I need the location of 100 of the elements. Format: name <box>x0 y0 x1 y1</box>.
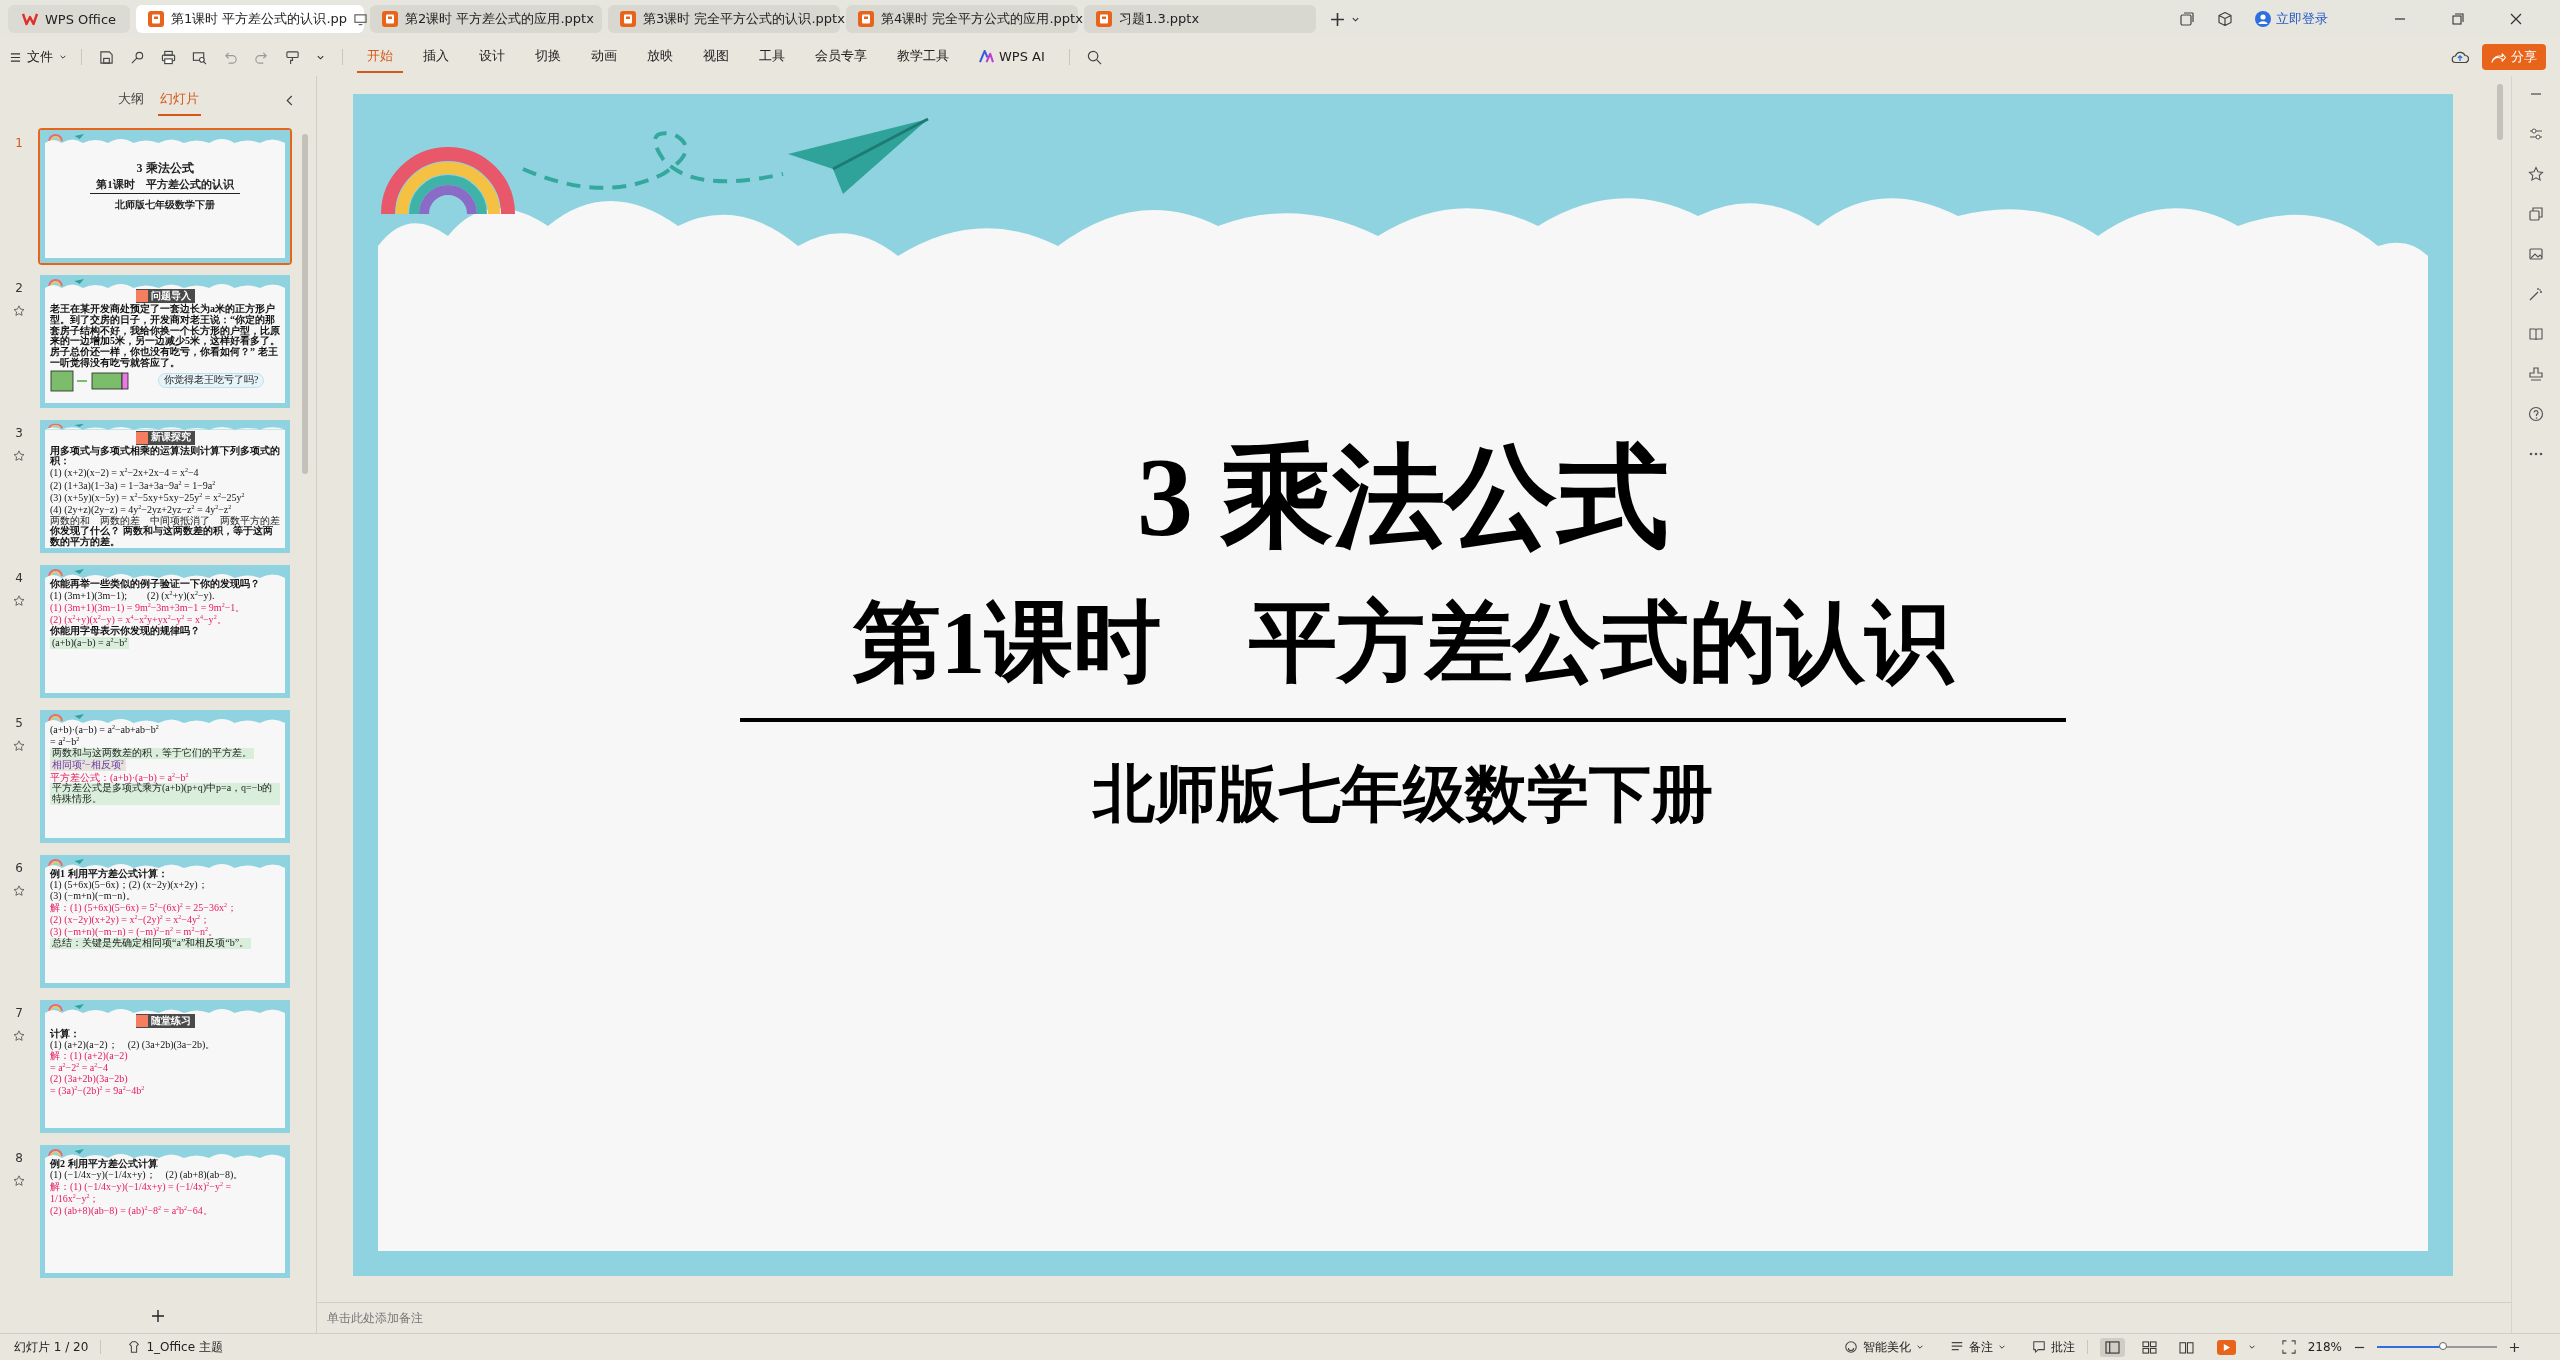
fit-window-icon[interactable] <box>2281 1340 2296 1354</box>
ribbon-tab[interactable]: 动画 <box>581 41 627 73</box>
answer-text: (2) (3a+2b)(3a−2b) <box>50 1073 128 1085</box>
normal-view-icon <box>2104 1340 2120 1354</box>
beautify-button[interactable]: 智能美化 <box>1843 1338 1924 1356</box>
zoom-in-icon[interactable] <box>2509 1341 2520 1353</box>
section-banner: 新课探究 <box>135 430 195 445</box>
copy-icon[interactable] <box>2528 206 2544 222</box>
slide-thumbnail[interactable]: 3 乘法公式 第1课时 平方差公式的认识 北师版七年级数学下册 <box>38 128 292 265</box>
star-icon[interactable] <box>13 1175 25 1187</box>
save-icon[interactable] <box>99 49 114 65</box>
print-icon[interactable] <box>161 49 176 65</box>
slide-number: 2 <box>15 281 23 295</box>
play-button[interactable] <box>2216 1339 2236 1355</box>
presentation-file-icon <box>620 11 637 27</box>
view-button[interactable] <box>2099 1337 2125 1357</box>
collapse-icon[interactable] <box>285 94 294 107</box>
file-menu[interactable]: 文件 <box>10 48 67 66</box>
answer-text: (2) (ab+8)(ab−8) = (ab)$^{2}$−8$^{2}$ = a$^{2}$b$^{2}$−64。 <box>50 1204 213 1217</box>
thought-cloud: 你觉得老王吃亏了吗? <box>158 373 265 389</box>
formula-text: (1) (−1/4x−y)(−1/4x+y)； (2) (ab+8)(ab−8)。 <box>50 1169 244 1181</box>
star-icon[interactable] <box>13 740 25 752</box>
ribbon-tab[interactable]: 教学工具 <box>887 41 959 73</box>
close-icon[interactable] <box>2510 13 2522 25</box>
slide-thumbnail[interactable]: 随堂练习 计算： (1) (a+2)(a−2)； (2) (3a+2b)(3a−2b)。 解：(1) (a+2)(a−2) = a$^{2}$−2$^{2}$ = a$^{2}$−4 (2) (3a+2b)(3a−2b) = (3a)$^{2}$−(2b)$^{2}$ = 9a$^{2}$−4b$^{2}$ <box>38 998 292 1135</box>
scrollbar[interactable] <box>2497 84 2503 140</box>
search-icon[interactable] <box>1086 49 1102 65</box>
note-text: 相同项$^{2}$−相反项$^{2}$ <box>50 759 126 772</box>
home-tab[interactable]: WPS Office <box>8 5 131 33</box>
slide-thumbnail[interactable]: 问题导入 老王在某开发商处预定了一套边长为a米的正方形户型。到了交房的日子，开发商对老王说：“你定的那套房子结构不好，我给你换一个长方形的户型，比原来的一边增加5米，另一边减少5米，这样好看多了。房子总价还一样，你也没有吃亏，你看如何？” 老王一听觉得没有吃亏就答应了。 你觉得老王吃亏了吗? <box>38 273 292 410</box>
windows-icon[interactable] <box>2179 11 2195 27</box>
new-tab-icon[interactable] <box>1330 11 1346 27</box>
highlight-text: 平方差公式是多项式乘方(a+b)(p+q)中p=a，q=−b的特殊情形。 <box>50 783 280 805</box>
answer-text: (1) (3m+1)(3m−1) = 9m$^{2}$−3m+3m−1 = 9m$^{2}$−1。 <box>50 601 246 615</box>
answer-text: = a$^{2}$−2$^{2}$ = a$^{2}$−4 <box>50 1061 108 1074</box>
ribbon-tab[interactable]: 视图 <box>693 41 739 73</box>
image-edit-icon[interactable] <box>2528 246 2544 262</box>
star-icon[interactable] <box>13 595 25 607</box>
document-tab[interactable]: 习题1.3.pptx <box>1084 5 1317 33</box>
format-painter-icon[interactable] <box>285 49 300 65</box>
slide-title: 3 乘法公式 <box>136 162 194 175</box>
ribbon-tab[interactable]: 切换 <box>525 41 571 73</box>
notes-field[interactable]: 单击此处添加备注 <box>317 1302 2511 1333</box>
formula-text: (1) (5+6x)(5−6x)；(2) (x−2y)(x+2y)； <box>50 879 208 891</box>
cube-icon[interactable] <box>2217 11 2233 27</box>
slide-text: 计算： <box>50 1029 80 1040</box>
notes-button[interactable]: 备注 <box>1949 1338 2006 1356</box>
star-icon[interactable] <box>13 885 25 897</box>
login-link[interactable]: 立即登录 <box>2255 10 2328 28</box>
comment-icon <box>2031 1340 2046 1354</box>
share-icon <box>2491 50 2506 64</box>
print-preview-icon[interactable] <box>192 49 207 65</box>
scrollbar[interactable] <box>302 134 308 474</box>
section-banner: 问题导入 <box>135 289 195 303</box>
ribbon-tab[interactable]: 会员专享 <box>805 41 877 73</box>
play-icon <box>2221 1342 2231 1352</box>
caret-icon[interactable] <box>2247 1343 2256 1351</box>
pin-icon[interactable] <box>130 49 145 65</box>
book-icon[interactable] <box>2528 326 2544 342</box>
star-icon[interactable] <box>2528 166 2544 182</box>
slide-number: 7 <box>15 1006 23 1020</box>
slide-caption: 北师版七年级数学下册 <box>115 199 215 211</box>
highlight-text: (a+b)(a−b) = a$^{2}$−b$^{2}$ <box>50 636 130 650</box>
star-icon[interactable] <box>13 305 25 317</box>
monitor-icon[interactable] <box>354 12 368 26</box>
ai-logo-icon <box>979 49 994 63</box>
slide-text: 例1 利用平方差公式计算： <box>50 869 168 880</box>
cloud-upload-icon[interactable] <box>2451 50 2469 64</box>
star-icon[interactable] <box>13 450 25 462</box>
ribbon-tab[interactable]: 放映 <box>637 41 683 73</box>
stamp-icon[interactable] <box>2528 366 2544 382</box>
theme-button[interactable]: 1_Office 主题 <box>127 1338 223 1356</box>
slide-thumbnail[interactable] <box>38 563 292 700</box>
formula-text: (4) (2y+z)(2y−z) = 4y$^{2}$−2yz+2yz−z$^{2}$ = 4y$^{2}$−z$^{2}$ <box>50 503 232 515</box>
avatar-icon <box>2255 11 2271 27</box>
label-text: 两数的和 两数的差 中间项抵消了 两数平方的差 <box>50 515 280 526</box>
ribbon-tab[interactable]: 工具 <box>749 41 795 73</box>
answer-text: 平方差公式：(a+b)·(a−b) = a$^{2}$−b$^{2}$ <box>50 771 189 783</box>
ribbon-tab[interactable]: WPS AI <box>969 42 1055 72</box>
magic-wand-icon[interactable] <box>2528 286 2544 302</box>
slide-caption: 北师版七年级数学下册 <box>1093 760 1713 829</box>
slide-thumbnail[interactable]: (a+b)·(a−b) = a$^{2}$−ab+ab−b$^{2}$ = a$^{2}$−b$^{2}$ 两数和与这两数差的积，等于它们的平方差。 相同项$^{2}$−相反项$^{2}$ 平方差公式：(a+b)·(a−b) = a$^{2}$−b$^{2}$ 平方差公式是多项式乘方(a+b)(p+q)中p=a，q=−b的特殊情形。 <box>38 708 292 845</box>
panel-tab[interactable]: 大纲 <box>115 84 146 116</box>
ribbon-tab[interactable]: 插入 <box>413 41 459 73</box>
comments-button[interactable]: 批注 <box>2031 1338 2075 1356</box>
add-slide-icon[interactable] <box>151 1309 165 1323</box>
document-tab[interactable]: 第1课时 平方差公式的认识.pp <box>136 5 365 33</box>
caret-icon <box>59 53 67 61</box>
answer-text: = (3a)$^{2}$−(2b)$^{2}$ = 9a$^{2}$−4b$^{2}$ <box>50 1084 145 1097</box>
document-tab[interactable]: 第2课时 平方差公式的应用.pptx <box>370 5 603 33</box>
star-icon[interactable] <box>13 1030 25 1042</box>
slide-title: 3 乘法公式 <box>1137 436 1669 560</box>
sliders-icon[interactable] <box>2528 126 2544 142</box>
slide-thumbnail[interactable]: 例2 利用平方差公式计算 (1) (−1/4x−y)(−1/4x+y)； (2) (ab+8)(ab−8)。 解：(1) (−1/4x−y)(−1/4x+y) = (−1/4x)$^{2}$−y$^{2}$ = 1/16x$^{2}$−y$^{2}$； (2) (ab+8)(ab−8) = (ab)$^{2}$−8$^{2}$ = a$^{2}$b$^{2}$−64。 <box>38 1143 292 1280</box>
slide-thumbnail[interactable] <box>38 418 292 555</box>
ribbon-tab[interactable]: 设计 <box>469 41 515 73</box>
restore-icon[interactable] <box>2452 13 2464 25</box>
help-icon[interactable] <box>2528 406 2544 422</box>
slide-text: 你能再举一些类似的例子验证一下你的发现吗？ <box>50 579 260 590</box>
slide-thumbnail[interactable] <box>38 853 292 990</box>
